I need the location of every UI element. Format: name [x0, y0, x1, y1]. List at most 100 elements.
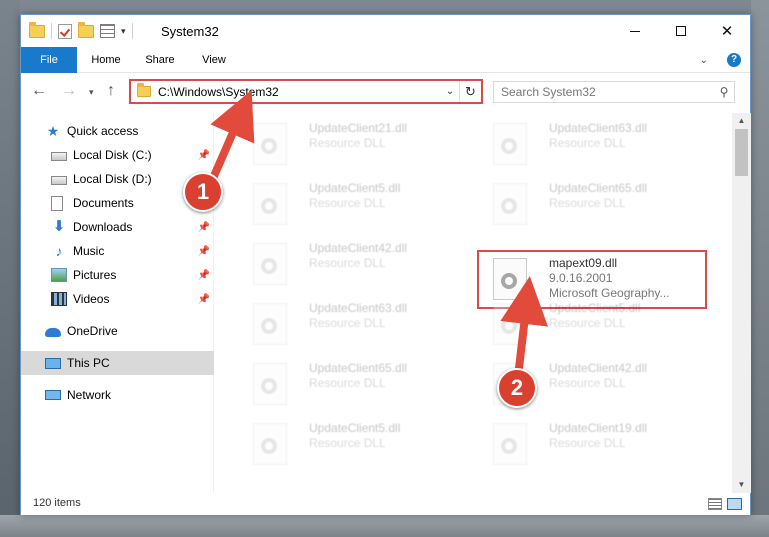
forward-arrow-icon[interactable]: → — [61, 82, 77, 100]
file-name: UpdateClient63.dll — [549, 121, 648, 135]
file-name: UpdateClient21.dll — [309, 121, 408, 135]
music-icon: ♪ — [55, 243, 63, 259]
callout-badge-2: 2 — [497, 368, 537, 408]
file-type: Resource DLL — [549, 316, 626, 330]
minimize-button[interactable] — [612, 15, 658, 47]
sidebar-item-label: OneDrive — [67, 324, 118, 338]
sidebar-item-quick-access[interactable]: ★ Quick access — [21, 119, 214, 143]
pictures-icon — [51, 268, 67, 282]
sidebar-item-label: Local Disk (C:) — [73, 148, 152, 162]
tab-view[interactable]: View — [189, 47, 239, 73]
address-dropdown-icon[interactable]: ⌄ — [441, 86, 459, 97]
sidebar-item-local-disk-c[interactable]: Local Disk (C:) 📌 — [21, 143, 214, 167]
address-bar[interactable]: C:\Windows\System32 ⌄ ↻ — [129, 79, 483, 104]
star-icon: ★ — [46, 123, 60, 139]
file-name: UpdateClient5.dll — [309, 421, 401, 435]
sidebar-item-onedrive[interactable]: OneDrive — [21, 319, 214, 343]
tab-file[interactable]: File — [21, 47, 77, 73]
customize-toolbar-dropdown-icon[interactable]: ▾ — [121, 26, 126, 37]
file-item[interactable]: UpdateClient5.dll Resource DLL — [237, 175, 467, 231]
recent-locations-chevron-icon[interactable]: ▾ — [89, 87, 94, 98]
pin-icon[interactable]: 📌 — [198, 150, 210, 161]
sidebar-item-pictures[interactable]: Pictures 📌 — [21, 263, 214, 287]
pin-icon[interactable]: 📌 — [198, 246, 210, 257]
search-icon[interactable]: ⚲ — [714, 85, 734, 99]
explorer-window: ▾ System32 ✕ File Home Share View ⌄ ? ← … — [20, 14, 751, 515]
file-item[interactable]: UpdateClient5.dll Resource DLL — [477, 295, 707, 351]
file-list: UpdateClient21.dll Resource DLL UpdateCl… — [215, 113, 732, 493]
scroll-up-arrow-icon[interactable]: ▲ — [732, 113, 751, 129]
file-name: UpdateClient5.dll — [309, 181, 401, 195]
sidebar-item-label: Local Disk (D:) — [73, 172, 152, 186]
back-arrow-icon[interactable]: ← — [31, 82, 47, 100]
item-count: 120 items — [33, 497, 81, 509]
file-item[interactable]: UpdateClient21.dll Resource DLL — [237, 115, 467, 171]
file-type: Resource DLL — [309, 256, 386, 270]
search-box[interactable]: ⚲ — [493, 81, 735, 103]
expand-ribbon-chevron-icon[interactable]: ⌄ — [700, 55, 708, 66]
file-type: Resource DLL — [309, 376, 386, 390]
folder-icon[interactable] — [29, 21, 45, 38]
tab-home[interactable]: Home — [81, 47, 131, 73]
sidebar-item-this-pc[interactable]: This PC — [21, 351, 214, 375]
file-type: Resource DLL — [549, 136, 626, 150]
pin-icon[interactable]: 📌 — [198, 222, 210, 233]
file-name: UpdateClient63.dll — [309, 301, 408, 315]
search-input[interactable] — [494, 85, 714, 99]
maximize-icon — [676, 26, 686, 36]
file-name: UpdateClient65.dll — [549, 181, 648, 195]
sidebar-item-label: Downloads — [73, 220, 133, 234]
dll-file-icon — [493, 123, 527, 165]
documents-icon — [51, 196, 67, 211]
properties-check-icon[interactable] — [58, 23, 72, 39]
large-icons-view-icon[interactable] — [727, 498, 742, 510]
pin-icon[interactable]: 📌 — [198, 270, 210, 281]
file-type: Resource DLL — [309, 136, 386, 150]
close-button[interactable]: ✕ — [704, 15, 750, 47]
window-title: System32 — [161, 24, 219, 39]
callout-badge-1: 1 — [183, 172, 223, 212]
file-type: Resource DLL — [549, 376, 626, 390]
file-item[interactable]: UpdateClient19.dll Resource DLL — [477, 415, 707, 471]
quick-access-toolbar: ▾ — [29, 21, 133, 39]
file-item[interactable]: UpdateClient63.dll Resource DLL — [237, 295, 467, 351]
new-folder-icon[interactable] — [78, 21, 94, 38]
file-item[interactable]: UpdateClient5.dll Resource DLL — [237, 415, 467, 471]
address-path[interactable]: C:\Windows\System32 — [158, 85, 441, 99]
view-properties-icon[interactable] — [100, 24, 115, 38]
file-type: Resource DLL — [549, 196, 626, 210]
maximize-button[interactable] — [658, 15, 704, 47]
sidebar-item-downloads[interactable]: ⬇ Downloads 📌 — [21, 215, 214, 239]
refresh-icon[interactable]: ↻ — [459, 81, 481, 102]
sidebar-item-videos[interactable]: Videos 📌 — [21, 287, 214, 311]
navigation-bar: ← → ▾ ↑ C:\Windows\System32 ⌄ ↻ ⚲ — [21, 77, 750, 107]
details-view-icon[interactable] — [708, 498, 722, 510]
file-name: UpdateClient65.dll — [309, 361, 408, 375]
scrollbar-thumb[interactable] — [735, 129, 748, 176]
sidebar-item-label: Videos — [73, 292, 110, 306]
file-item[interactable]: UpdateClient65.dll Resource DLL — [237, 355, 467, 411]
dll-file-icon — [253, 243, 287, 285]
file-name: UpdateClient19.dll — [549, 421, 648, 435]
sidebar-item-music[interactable]: ♪ Music 📌 — [21, 239, 214, 263]
sidebar-item-network[interactable]: Network — [21, 383, 214, 407]
disk-icon — [51, 152, 67, 161]
help-icon[interactable]: ? — [727, 53, 741, 67]
vertical-scrollbar[interactable]: ▲ ▼ — [732, 113, 751, 493]
dll-file-icon — [493, 303, 527, 345]
pin-icon[interactable]: 📌 — [198, 294, 210, 305]
desktop-bottom-edge — [0, 515, 769, 537]
title-bar: ▾ System32 ✕ — [21, 15, 750, 47]
sidebar-item-label: Quick access — [67, 124, 139, 138]
file-type: Resource DLL — [549, 436, 626, 450]
sidebar-item-label: Pictures — [73, 268, 117, 282]
scroll-down-arrow-icon[interactable]: ▼ — [732, 477, 751, 493]
file-type: Resource DLL — [309, 196, 386, 210]
file-item[interactable]: UpdateClient63.dll Resource DLL — [477, 115, 707, 171]
file-item[interactable]: UpdateClient42.dll Resource DLL — [237, 235, 467, 291]
file-item[interactable]: UpdateClient65.dll Resource DLL — [477, 175, 707, 231]
disk-icon — [51, 176, 67, 185]
tab-share[interactable]: Share — [135, 47, 185, 73]
up-arrow-icon[interactable]: ↑ — [107, 82, 115, 100]
close-icon: ✕ — [720, 23, 734, 40]
